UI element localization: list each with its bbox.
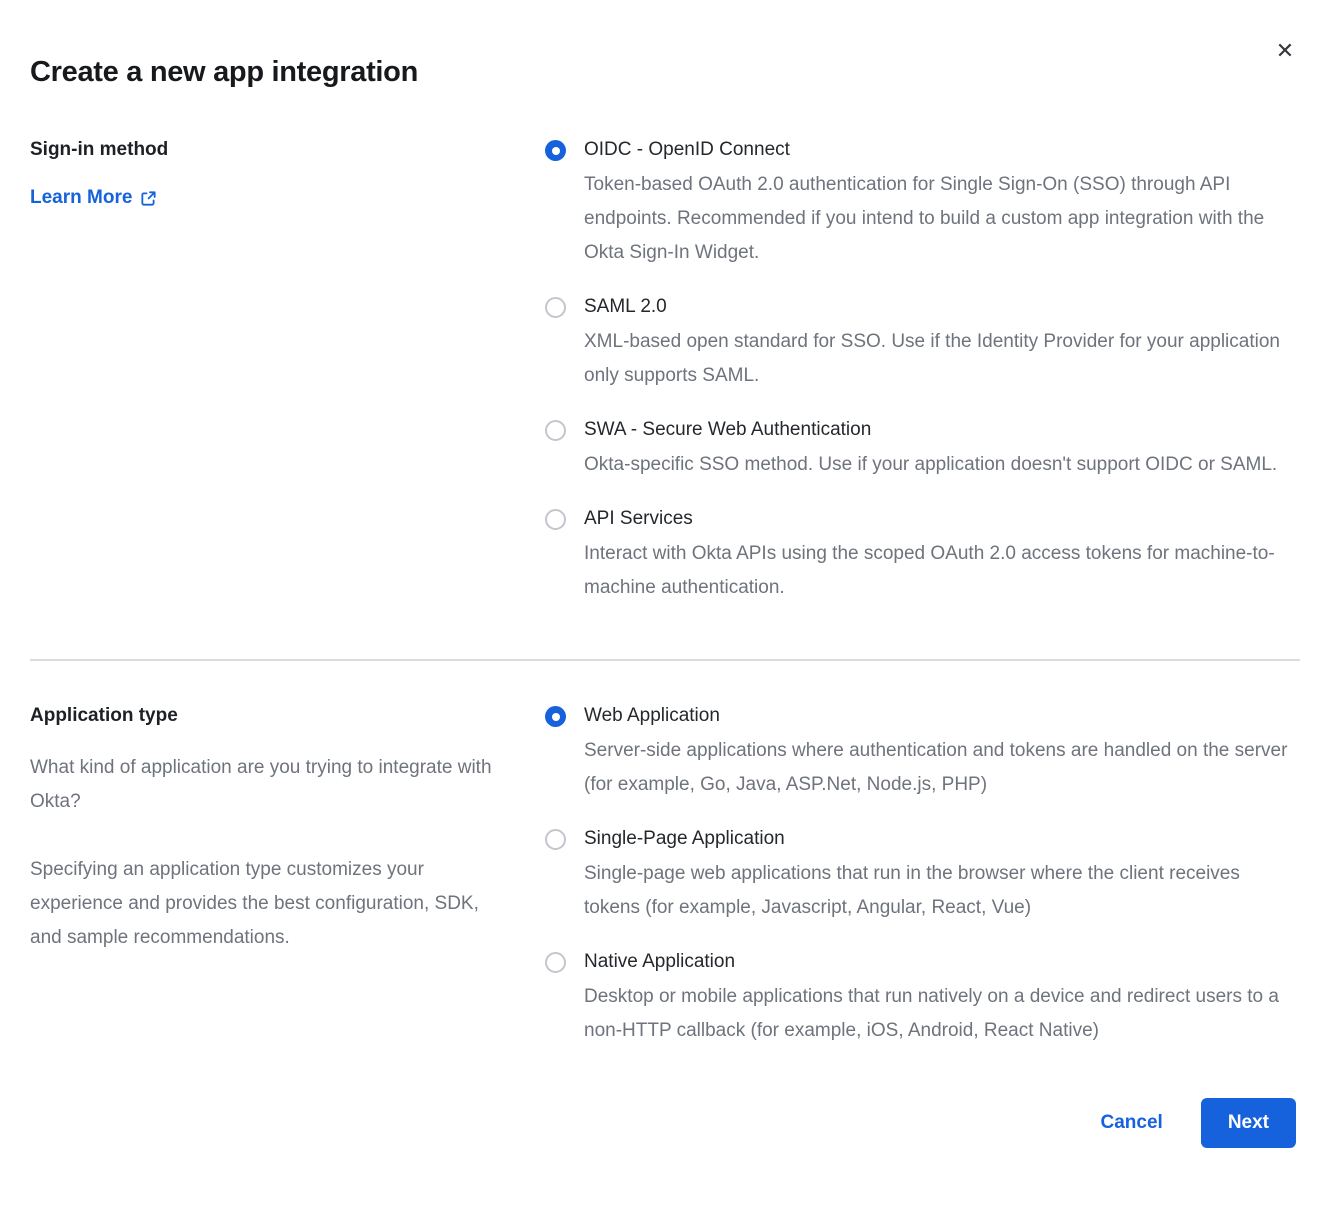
- section-divider: [30, 659, 1300, 661]
- radio-option-swa-description: Okta-specific SSO method. Use if your ap…: [584, 448, 1277, 482]
- signin-method-section: Sign-in method Learn More OIDC - OpenID …: [30, 135, 1300, 605]
- page-title: Create a new app integration: [30, 56, 1300, 89]
- create-app-integration-dialog: ✕ Create a new app integration Sign-in m…: [0, 0, 1332, 1210]
- signin-method-options: OIDC - OpenID Connect Token-based OAuth …: [545, 135, 1300, 605]
- application-type-question: What kind of application are you trying …: [30, 751, 512, 819]
- radio-button-saml[interactable]: [545, 297, 566, 318]
- radio-option-spa-label: Single-Page Application: [584, 824, 1290, 854]
- radio-option-oidc[interactable]: OIDC - OpenID Connect Token-based OAuth …: [545, 135, 1300, 270]
- external-link-icon: [140, 190, 157, 207]
- close-icon[interactable]: ✕: [1272, 38, 1298, 64]
- dialog-footer: Cancel Next: [30, 1098, 1300, 1148]
- radio-option-saml-label: SAML 2.0: [584, 292, 1290, 322]
- radio-option-web-application-label: Web Application: [584, 701, 1290, 731]
- radio-option-saml[interactable]: SAML 2.0 XML-based open standard for SSO…: [545, 292, 1300, 393]
- signin-method-left-column: Sign-in method Learn More: [30, 135, 545, 605]
- radio-option-native-application[interactable]: Native Application Desktop or mobile app…: [545, 947, 1300, 1048]
- application-type-section: Application type What kind of applicatio…: [30, 701, 1300, 1048]
- radio-button-native-application[interactable]: [545, 952, 566, 973]
- radio-button-web-application[interactable]: [545, 706, 566, 727]
- radio-option-api-services[interactable]: API Services Interact with Okta APIs usi…: [545, 504, 1300, 605]
- radio-option-api-services-description: Interact with Okta APIs using the scoped…: [584, 537, 1290, 605]
- radio-option-oidc-label: OIDC - OpenID Connect: [584, 135, 1290, 165]
- radio-option-swa[interactable]: SWA - Secure Web Authentication Okta-spe…: [545, 415, 1300, 482]
- radio-option-spa[interactable]: Single-Page Application Single-page web …: [545, 824, 1300, 925]
- radio-option-web-application[interactable]: Web Application Server-side applications…: [545, 701, 1300, 802]
- next-button[interactable]: Next: [1201, 1098, 1296, 1148]
- application-type-options: Web Application Server-side applications…: [545, 701, 1300, 1048]
- radio-button-oidc[interactable]: [545, 140, 566, 161]
- radio-option-saml-description: XML-based open standard for SSO. Use if …: [584, 325, 1290, 393]
- radio-option-api-services-label: API Services: [584, 504, 1290, 534]
- radio-option-native-application-label: Native Application: [584, 947, 1290, 977]
- application-type-left-column: Application type What kind of applicatio…: [30, 701, 545, 1048]
- learn-more-link[interactable]: Learn More: [30, 185, 157, 211]
- radio-button-swa[interactable]: [545, 420, 566, 441]
- radio-option-oidc-description: Token-based OAuth 2.0 authentication for…: [584, 168, 1290, 270]
- signin-method-label: Sign-in method: [30, 135, 545, 165]
- learn-more-label: Learn More: [30, 185, 132, 211]
- radio-button-api-services[interactable]: [545, 509, 566, 530]
- radio-button-spa[interactable]: [545, 829, 566, 850]
- radio-option-swa-label: SWA - Secure Web Authentication: [584, 415, 1277, 445]
- radio-option-web-application-description: Server-side applications where authentic…: [584, 734, 1290, 802]
- cancel-button[interactable]: Cancel: [1101, 1112, 1163, 1134]
- radio-option-native-application-description: Desktop or mobile applications that run …: [584, 980, 1290, 1048]
- application-type-help-text: Specifying an application type customize…: [30, 853, 512, 955]
- radio-option-spa-description: Single-page web applications that run in…: [584, 857, 1290, 925]
- application-type-label: Application type: [30, 701, 545, 731]
